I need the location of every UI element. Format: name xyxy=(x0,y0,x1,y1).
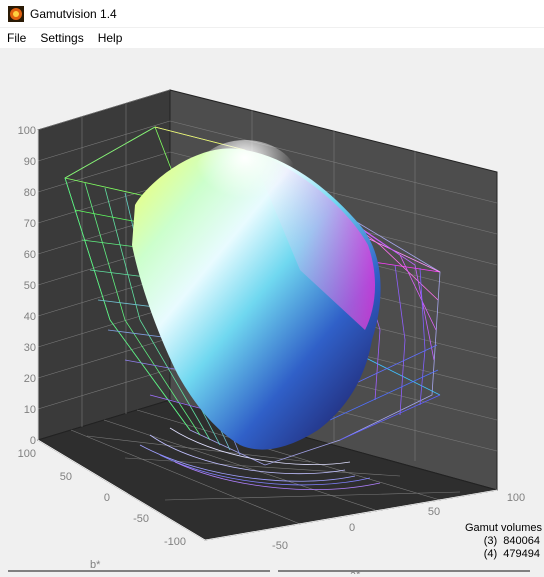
z-tick: 60 xyxy=(24,249,36,261)
z-tick: 50 xyxy=(24,280,36,292)
gamut-highlight xyxy=(190,140,300,230)
menu-file[interactable]: File xyxy=(0,31,33,45)
z-tick: 20 xyxy=(24,373,36,385)
gamut-volume-id: (4) xyxy=(483,548,498,560)
gamut-volume-row: (4) 479494 xyxy=(465,548,542,561)
window-title: Gamutvision 1.4 xyxy=(30,6,117,21)
a-tick: 0 xyxy=(349,522,355,534)
gamut-volumes-title: Gamut volumes xyxy=(464,522,542,534)
title-bar: Gamutvision 1.4 xyxy=(0,0,544,27)
z-tick: 30 xyxy=(24,342,36,354)
figure-canvas: 100 90 80 70 60 50 40 30 20 10 0 100 50 … xyxy=(0,48,544,577)
z-axis-ticks: 100 90 80 70 60 50 40 30 20 10 0 xyxy=(18,125,36,447)
z-tick: 80 xyxy=(24,187,36,199)
z-tick: 70 xyxy=(24,218,36,230)
b-tick: 50 xyxy=(60,471,72,483)
z-tick: 100 xyxy=(18,125,36,137)
a-tick: -50 xyxy=(272,540,288,552)
menu-bar: File Settings Help xyxy=(0,28,544,48)
gamut-volume-value: 479494 xyxy=(503,548,540,560)
z-tick: 10 xyxy=(24,404,36,416)
gamutvision-app-icon xyxy=(8,5,24,22)
gamut-3d-plot[interactable]: 100 90 80 70 60 50 40 30 20 10 0 100 50 … xyxy=(0,48,544,577)
gamut-volume-value: 840064 xyxy=(503,535,540,547)
gamut-volume-row: (3) 840064 xyxy=(465,535,542,548)
b-tick: 100 xyxy=(18,448,36,460)
z-tick: 90 xyxy=(24,156,36,168)
b-tick: -100 xyxy=(164,536,186,548)
menu-help[interactable]: Help xyxy=(91,31,130,45)
gamut-volumes-legend: Gamut volumes (3) 840064 (4) 479494 xyxy=(465,522,542,561)
menu-settings[interactable]: Settings xyxy=(33,31,90,45)
z-tick: 40 xyxy=(24,311,36,323)
a-tick: 100 xyxy=(507,492,525,504)
gamut-volume-id: (3) xyxy=(483,535,498,547)
z-tick: 0 xyxy=(30,435,36,447)
b-tick: -50 xyxy=(133,513,149,525)
a-tick: 50 xyxy=(428,506,440,518)
b-axis-label: b* xyxy=(90,559,101,571)
b-tick: 0 xyxy=(104,492,110,504)
